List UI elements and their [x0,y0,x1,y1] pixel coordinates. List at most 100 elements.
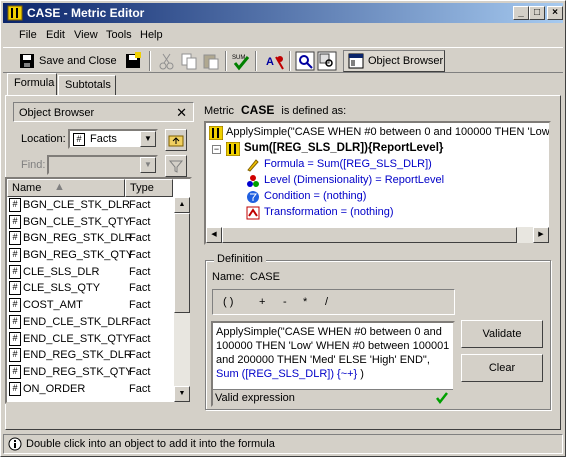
close-button[interactable]: × [547,6,563,20]
object-browser-button[interactable]: Object Browser [343,50,445,72]
menu-view[interactable]: View [74,29,98,41]
list-item-name: BGN_CLE_STK_DLR [23,199,130,211]
properties-icon[interactable]: A [265,51,285,71]
chevron-down-icon[interactable]: ▼ [140,131,156,147]
scroll-thumb[interactable] [222,227,517,243]
list-item-type: Fact [129,332,151,345]
tab-subtotals[interactable]: Subtotals [58,75,116,95]
plus-operator-button[interactable]: + [259,296,265,308]
tree-root-node[interactable]: ApplySimple("CASE WHEN #0 between 0 and … [226,126,549,138]
title-bar[interactable]: CASE - Metric Editor _ □ × [3,3,563,23]
tree-sum-node[interactable]: Sum([REG_SLS_DLR]){ReportLevel} [244,142,443,154]
save-and-close-button[interactable]: Save and Close [39,55,117,67]
tree-level-node[interactable]: Level (Dimensionality) = ReportLevel [264,174,444,186]
definition-name-label: Name: [212,271,245,283]
menu-file[interactable]: File [19,29,37,41]
sort-ascending-icon: ▲ [54,181,65,193]
find-icon[interactable] [317,51,337,71]
fact-icon: # [9,214,21,229]
close-panel-icon[interactable]: ✕ [176,105,187,121]
divide-operator-button[interactable]: / [325,296,328,308]
metric-app-icon [7,5,23,21]
clear-button[interactable]: Clear [461,354,543,382]
list-item[interactable]: # END_REG_STK_DLR Fact [7,347,173,364]
fact-icon: # [9,231,21,246]
minimize-button[interactable]: _ [513,6,529,20]
list-item[interactable]: # BGN_REG_STK_DLR Fact [7,230,173,247]
metric-editor-window: CASE - Metric Editor _ □ × File Edit Vie… [0,0,566,457]
status-bar: Double click into an object to add it in… [3,434,563,454]
list-item[interactable]: # END_REG_STK_QTY Fact [7,364,173,381]
list-item[interactable]: # COST_AMT Fact [7,297,173,314]
info-icon [8,437,22,451]
formula-metric-reference[interactable]: Sum ([REG_SLS_DLR]) {~+} [216,368,357,380]
parentheses-operator-button[interactable]: ( ) [223,296,233,308]
location-dropdown[interactable]: # Facts ▼ [68,129,158,149]
tree-formula-node[interactable]: Formula = Sum([REG_SLS_DLR]) [264,158,432,170]
definition-name-value: CASE [250,271,280,283]
list-item-name: CLE_SLS_DLR [23,265,100,278]
parent-folder-button[interactable] [165,129,187,151]
scroll-thumb[interactable] [174,213,190,313]
list-item-type: Fact [129,282,151,295]
svg-text:A: A [266,56,274,68]
metric-definition-header: Metric CASE is defined as: [204,103,346,117]
toolbar: Save and Close SUM A Object Browser [3,47,563,73]
toolbar-separator [149,51,151,71]
menu-help[interactable]: Help [140,29,163,41]
list-item[interactable]: # END_CLE_STK_QTY Fact [7,331,173,348]
list-item[interactable]: # CLE_SLS_DLR Fact [7,264,173,281]
find-input[interactable]: ▼ [47,155,158,175]
save-icon-alt[interactable] [123,51,143,71]
definition-legend: Definition [214,253,266,265]
fact-icon: # [9,264,21,279]
minus-operator-button[interactable]: - [283,296,287,308]
tree-horizontal-scrollbar[interactable]: ◀ ▶ [206,227,549,243]
list-item[interactable]: # CLE_SLS_QTY Fact [7,280,173,297]
paste-icon[interactable] [201,51,221,71]
menu-bar: File Edit View Tools Help [3,25,563,45]
list-item-name: CLE_SLS_QTY [23,282,101,295]
object-browser-button-label: Object Browser [368,55,444,67]
list-item[interactable]: # BGN_CLE_STK_QTY Fact [7,214,173,231]
list-vertical-scrollbar[interactable]: ▲ ▼ [174,197,190,402]
tree-transformation-node[interactable]: Transformation = (nothing) [264,206,394,218]
list-item[interactable]: # BGN_CLE_STK_DLR Fact [7,197,173,214]
zoom-icon[interactable] [295,51,315,71]
filter-button[interactable] [165,155,187,177]
tree-condition-node[interactable]: Condition = (nothing) [264,190,366,202]
list-item[interactable]: # END_CLE_STK_DLR Fact [7,314,173,331]
list-item-name: BGN_REG_STK_QTY [23,249,134,262]
chevron-down-icon[interactable]: ▼ [140,157,156,173]
fact-icon: # [9,248,21,263]
menu-edit[interactable]: Edit [46,29,65,41]
object-rows: # BGN_CLE_STK_DLR Fact # BGN_CLE_STK_QTY Fact… [7,197,173,397]
scroll-left-button[interactable]: ◀ [206,227,222,243]
list-item-name: BGN_REG_STK_DLR [23,232,133,245]
column-header-type[interactable]: Type [125,179,173,197]
scroll-down-button[interactable]: ▼ [174,386,190,402]
cut-icon[interactable] [157,51,177,71]
collapse-toggle-icon[interactable]: − [212,145,221,154]
list-item-type: Fact [129,265,151,278]
list-item-name: END_CLE_STK_QTY [23,332,130,345]
tab-formula[interactable]: Formula [7,73,57,95]
list-item[interactable]: # BGN_REG_STK_QTY Fact [7,247,173,264]
scroll-up-button[interactable]: ▲ [174,197,190,213]
column-header-name[interactable]: Name ▲ [7,179,125,197]
fact-icon: # [9,364,21,379]
fact-folder-icon: # [73,133,85,146]
validate-check-icon[interactable]: SUM [231,51,251,71]
list-item[interactable]: # ON_ORDER Fact [7,381,173,398]
list-item-type: Fact [129,232,151,245]
object-browser-title: Object Browser [19,107,95,119]
validate-button[interactable]: Validate [461,320,543,348]
multiply-operator-button[interactable]: * [303,296,307,308]
maximize-button[interactable]: □ [529,6,545,20]
copy-icon[interactable] [179,51,199,71]
object-list: Name ▲ Type # BGN_CLE_STK_DLR Fact # BGN_CLE… [5,177,192,404]
list-item-name: END_CLE_STK_DLR [23,315,130,328]
transformation-icon [246,206,260,220]
menu-tools[interactable]: Tools [106,29,132,41]
scroll-right-button[interactable]: ▶ [533,227,549,243]
